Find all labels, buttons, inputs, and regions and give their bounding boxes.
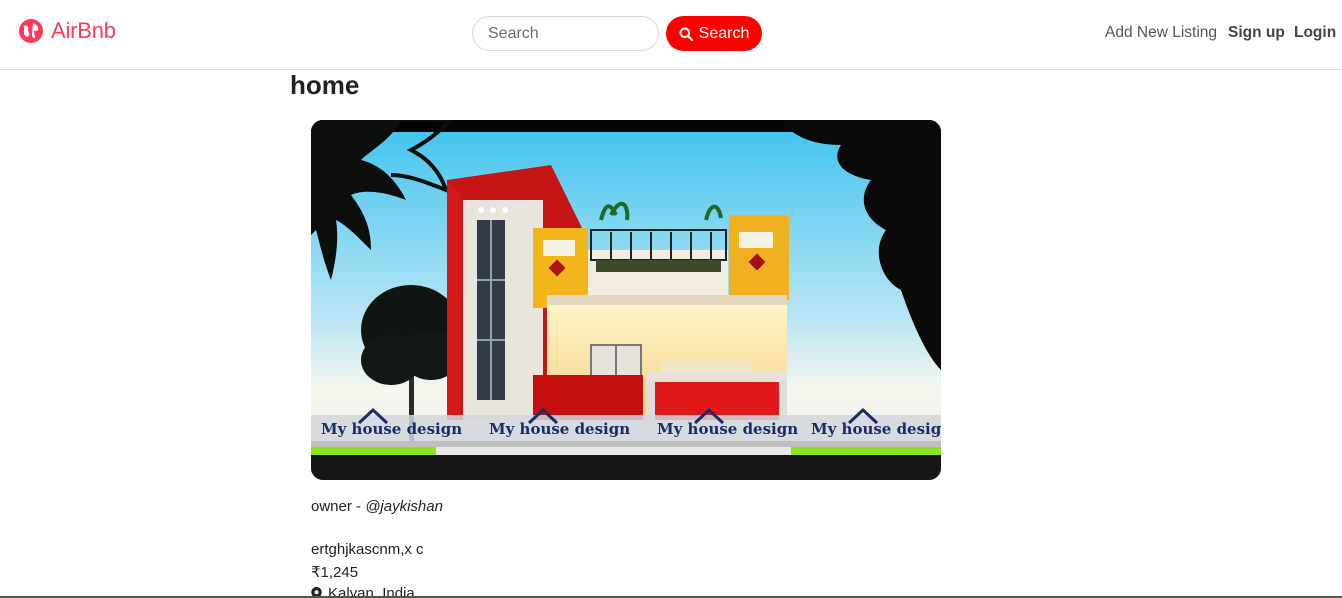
house-image: My house design My house design My house… [311, 120, 941, 480]
page-title: home [290, 70, 360, 100]
compass-icon [18, 18, 44, 44]
search-icon [679, 27, 693, 41]
owner-line: owner - @jaykishan [311, 498, 443, 515]
brand-name: AirBnb [51, 18, 116, 43]
watermark-text: My house design [489, 420, 630, 438]
add-listing-link[interactable]: Add New Listing [1105, 24, 1217, 42]
owner-prefix: owner - [311, 498, 366, 515]
listing-image: My house design My house design My house… [311, 120, 941, 480]
brand-link[interactable]: AirBnb [18, 18, 116, 44]
login-link[interactable]: Login [1294, 24, 1336, 42]
listing-description: ertghjkascnm,x c [311, 541, 424, 558]
search-button-label: Search [698, 24, 750, 42]
search-button[interactable]: Search [666, 16, 762, 51]
search-input[interactable] [472, 16, 659, 51]
owner-handle: @jaykishan [365, 498, 443, 515]
navbar: AirBnb Search Add New Listing Sign up Lo… [0, 0, 1342, 70]
watermark-text: My house design [657, 420, 798, 438]
listing-price: ₹1,245 [311, 564, 359, 581]
watermark-text: My house design [321, 420, 462, 438]
signup-link[interactable]: Sign up [1228, 24, 1285, 42]
